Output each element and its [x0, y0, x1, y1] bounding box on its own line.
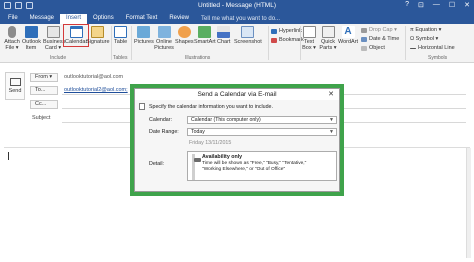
- envelope-icon: [9, 78, 21, 86]
- group-label-include: Include: [50, 55, 67, 61]
- online-pictures-button[interactable]: Online Pictures: [154, 26, 174, 51]
- object-icon: [361, 45, 367, 51]
- ribbon-tabs: File Message Insert Options Format Text …: [0, 13, 474, 24]
- calendar-label: Calendar:: [149, 117, 172, 123]
- calendar-button[interactable]: Calendar: [62, 24, 90, 47]
- tab-file[interactable]: File: [2, 14, 24, 24]
- table-button[interactable]: Table: [114, 26, 127, 45]
- shapes-icon: [177, 26, 191, 38]
- subject-label: Subject: [32, 115, 51, 121]
- detail-slider-track[interactable]: [192, 154, 201, 180]
- text-cursor: [8, 152, 9, 160]
- signature-icon: [91, 26, 105, 38]
- send-button[interactable]: Send: [5, 72, 25, 100]
- outlook-item-button[interactable]: Outlook Item: [22, 26, 41, 51]
- paperclip-icon: [8, 26, 16, 38]
- ribbon-separator: [131, 26, 132, 60]
- dialog-highlight-frame: Send a Calendar via E-mail ✕ Specify the…: [130, 84, 344, 196]
- drop-cap-icon: [361, 27, 367, 33]
- tab-format-text[interactable]: Format Text: [120, 14, 164, 24]
- online-pictures-icon: [157, 26, 171, 38]
- tab-review[interactable]: Review: [163, 14, 195, 24]
- symbol-button[interactable]: Ω Symbol ▾: [410, 36, 438, 42]
- ribbon-display-icon[interactable]: ⊡: [418, 1, 424, 9]
- help-icon[interactable]: ?: [405, 1, 409, 9]
- text-box-icon: [302, 26, 316, 38]
- date-time-icon: [361, 36, 367, 42]
- pictures-icon: [137, 26, 151, 38]
- ribbon-separator: [111, 26, 112, 60]
- hyperlink-button[interactable]: Hyperlink: [271, 28, 302, 34]
- date-time-button[interactable]: Date & Time: [361, 36, 399, 42]
- table-icon: [114, 26, 128, 38]
- object-button[interactable]: Object: [361, 45, 385, 51]
- pictures-button[interactable]: Pictures: [134, 26, 154, 45]
- wordart-icon: A: [341, 26, 355, 38]
- group-label-illustrations: Illustrations: [185, 55, 211, 61]
- equation-button[interactable]: π Equation ▾: [410, 27, 441, 33]
- chevron-down-icon: ▼: [329, 129, 334, 135]
- chevron-down-icon: ▼: [329, 117, 334, 123]
- bookmark-icon: [271, 37, 277, 43]
- detail-description-line-2: "Working Elsewhere," or "Out of Office": [202, 167, 286, 172]
- from-button[interactable]: From ▾: [30, 73, 58, 82]
- quick-parts-button[interactable]: Quick Parts ▾: [319, 26, 337, 51]
- drop-cap-button[interactable]: Drop Cap ▾: [361, 27, 397, 33]
- dialog-intro: Specify the calendar information you wan…: [149, 104, 273, 110]
- quick-parts-icon: [321, 26, 335, 38]
- calendar-select[interactable]: Calendar (This computer only) ▼: [187, 116, 337, 124]
- date-range-label: Date Range:: [149, 129, 179, 135]
- group-label-tables: Tables: [113, 55, 128, 61]
- title-bar: Untitled - Message (HTML) ? ⊡ — ☐ ✕: [0, 0, 474, 13]
- smartart-button[interactable]: SmartArt: [194, 26, 216, 45]
- date-display: Friday 13/11/2015: [189, 140, 232, 146]
- dialog-close-icon[interactable]: ✕: [328, 89, 334, 100]
- text-box-button[interactable]: Text Box ▾: [301, 26, 317, 51]
- horizontal-line-button[interactable]: Horizontal Line: [410, 45, 455, 51]
- ribbon-separator: [405, 26, 406, 60]
- window-title: Untitled - Message (HTML): [197, 2, 277, 9]
- business-card-icon: [46, 26, 60, 38]
- smartart-icon: [198, 26, 212, 38]
- outlook-item-icon: [24, 26, 38, 38]
- chart-button[interactable]: Chart: [217, 26, 230, 45]
- window-controls: ? ⊡ — ☐ ✕: [405, 1, 470, 9]
- date-range-select[interactable]: Today ▼: [187, 128, 337, 136]
- tell-me-search[interactable]: Tell me what you want to do...: [195, 15, 286, 24]
- screenshot-button[interactable]: Screenshot: [234, 26, 262, 45]
- ribbon: Attach File ▾ Outlook Item Business Card…: [0, 24, 474, 63]
- detail-slider-thumb[interactable]: [194, 158, 201, 162]
- signature-button[interactable]: Signature: [86, 26, 110, 45]
- to-button[interactable]: To...: [30, 86, 58, 95]
- wordart-button[interactable]: A WordArt: [338, 26, 358, 45]
- detail-title: Availability only: [202, 154, 243, 160]
- dialog-title: Send a Calendar via E-mail: [135, 89, 339, 100]
- group-label-symbols: Symbols: [428, 55, 448, 61]
- business-card-button[interactable]: Business Card ▾: [43, 26, 65, 51]
- chart-icon: [217, 26, 231, 38]
- cc-button[interactable]: Cc...: [30, 100, 58, 109]
- close-icon[interactable]: ✕: [464, 1, 470, 9]
- tab-insert[interactable]: Insert: [60, 14, 88, 24]
- minimize-icon[interactable]: —: [433, 1, 440, 9]
- from-value: outlooktutorial@aol.com: [64, 74, 124, 80]
- ribbon-separator: [268, 26, 269, 60]
- calendar-icon: [69, 26, 83, 38]
- tab-options[interactable]: Options: [87, 14, 120, 24]
- document-icon: [139, 103, 145, 110]
- screenshot-icon: [241, 26, 255, 38]
- attach-file-button[interactable]: Attach File ▾: [3, 26, 21, 51]
- body-scrollbar[interactable]: [466, 148, 471, 258]
- send-calendar-dialog: Send a Calendar via E-mail ✕ Specify the…: [134, 88, 340, 192]
- maximize-icon[interactable]: ☐: [449, 1, 455, 9]
- bookmark-button[interactable]: Bookmark: [271, 37, 304, 43]
- horizontal-line-icon: [410, 47, 416, 49]
- detail-selector[interactable]: Availability only Time will be shown as …: [187, 151, 337, 181]
- shapes-button[interactable]: Shapes: [175, 26, 194, 45]
- detail-description-line-1: Time will be shown as "Free," "Busy," "T…: [202, 161, 307, 166]
- tab-message[interactable]: Message: [24, 14, 60, 24]
- hyperlink-icon: [271, 28, 277, 34]
- detail-label: Detail:: [149, 161, 165, 167]
